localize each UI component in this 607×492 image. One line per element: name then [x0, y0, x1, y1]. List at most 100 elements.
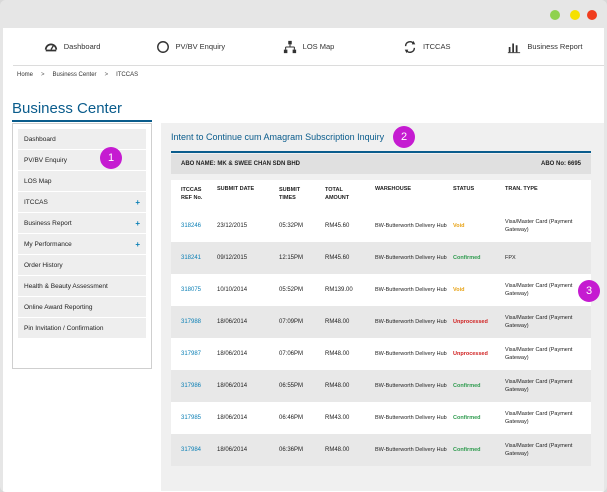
tran-type: Visa/Master Card (Payment Gateway) — [505, 379, 573, 393]
page: Dashboard PV/BV Enquiry LOS Map ITCCAS B… — [3, 28, 604, 492]
header-status: STATUS — [453, 186, 475, 192]
callout-marker: 1 — [100, 147, 122, 169]
ref-link[interactable]: 318241 — [171, 255, 217, 261]
breadcrumb-home[interactable]: Home — [17, 72, 33, 78]
dashboard-icon — [44, 43, 57, 51]
nav-label: ITCCAS — [422, 42, 451, 51]
sidebar-item-health-beauty[interactable]: Health & Beauty Assessment — [18, 276, 146, 296]
submit-date: 18/06/2014 — [217, 447, 248, 453]
warehouse: BW-Butterworth Delivery Hub — [375, 415, 447, 421]
sidebar-item-business-report[interactable]: Business Report + — [18, 213, 146, 233]
submit-time: 06:55PM — [279, 383, 304, 389]
ref-link[interactable]: 317985 — [171, 415, 217, 421]
status-badge: Void — [453, 223, 465, 229]
nav-label: Business Report — [527, 42, 583, 51]
total-amount: RM48.00 — [325, 319, 350, 325]
sidebar-item-label: Order History — [24, 261, 63, 269]
maximize-button[interactable] — [550, 10, 560, 20]
ref-link[interactable]: 317987 — [171, 351, 217, 357]
nav-label: LOS Map — [302, 42, 335, 51]
total-amount: RM43.00 — [325, 415, 350, 421]
nav-item-pvbv-enquiry[interactable]: PV/BV Enquiry — [131, 28, 249, 65]
status-badge: Unprocessed — [453, 319, 488, 325]
submit-time: 07:09PM — [279, 319, 304, 325]
table-row: 317987 18/06/2014 07:06PM RM48.00 BW-Butterw… — [171, 338, 591, 370]
table-row: 317988 18/06/2014 07:09PM RM48.00 BW-Butterw… — [171, 306, 591, 338]
abo-name: ABO NAME: MK & SWEE CHAN SDN BHD — [181, 161, 300, 167]
status-badge: Confirmed — [453, 415, 481, 421]
warehouse: BW-Butterworth Delivery Hub — [375, 287, 447, 293]
sidebar-item-label: Dashboard — [24, 135, 56, 143]
window-titlebar — [0, 0, 607, 28]
breadcrumb-itccas: ITCCAS — [116, 72, 139, 78]
sidebar-item-los-map[interactable]: LOS Map — [18, 171, 146, 191]
warehouse: BW-Butterworth Delivery Hub — [375, 255, 447, 261]
warehouse: BW-Butterworth Delivery Hub — [375, 223, 447, 229]
main-content: Intent to Continue cum Amagram Subscript… — [161, 123, 604, 491]
breadcrumb-separator: > — [104, 72, 109, 78]
sidebar-item-my-performance[interactable]: My Performance + — [18, 234, 146, 254]
total-amount: RM45.60 — [325, 223, 350, 229]
tran-type: Visa/Master Card (Payment Gateway) — [505, 411, 573, 425]
title-underline — [12, 120, 152, 122]
ref-link[interactable]: 317984 — [171, 447, 217, 453]
header-ref: ITCCAS REF No. — [181, 187, 203, 201]
total-amount: RM139.00 — [325, 287, 353, 293]
inquiry-underline — [171, 151, 591, 153]
table-row: 317985 18/06/2014 06:46PM RM43.00 BW-Butterw… — [171, 402, 591, 434]
sidebar-item-dashboard[interactable]: Dashboard — [18, 129, 146, 149]
submit-date: 18/06/2014 — [217, 383, 248, 389]
submit-date: 18/06/2014 — [217, 415, 248, 421]
nav-label: Dashboard — [63, 42, 101, 51]
sidebar-item-online-award[interactable]: Online Award Reporting — [18, 297, 146, 317]
top-navigation: Dashboard PV/BV Enquiry LOS Map ITCCAS B… — [13, 28, 604, 66]
nav-item-business-report[interactable]: Business Report — [486, 28, 604, 65]
close-button[interactable] — [587, 10, 597, 20]
ref-link[interactable]: 317986 — [171, 383, 217, 389]
tran-type: Visa/Master Card (Payment Gateway) — [505, 315, 573, 329]
submit-date: 18/06/2014 — [217, 319, 248, 325]
table-body: 318246 23/12/2015 05:32PM RM45.60 BW-Butterw… — [171, 210, 591, 466]
sidebar-item-label: Pin Invitation / Confirmation — [24, 324, 104, 332]
nav-item-itccas[interactable]: ITCCAS — [368, 28, 486, 65]
total-amount: RM48.00 — [325, 351, 350, 357]
sidebar-item-pin-invitation[interactable]: Pin Invitation / Confirmation — [18, 318, 146, 338]
submit-date: 10/10/2014 — [217, 287, 248, 293]
abo-info-bar: ABO NAME: MK & SWEE CHAN SDN BHD ABO No:… — [171, 154, 591, 174]
ref-link[interactable]: 318075 — [171, 287, 217, 293]
sidebar-item-order-history[interactable]: Order History — [18, 255, 146, 275]
table-row: 318241 09/12/2015 12:15PM RM45.60 BW-Butterw… — [171, 242, 591, 274]
breadcrumb-business-center[interactable]: Business Center — [53, 72, 97, 78]
minimize-button[interactable] — [570, 10, 580, 20]
sidebar-item-label: PV/BV Enquiry — [24, 156, 67, 164]
header-date: SUBMIT DATE — [217, 186, 255, 192]
sidebar-item-itccas[interactable]: ITCCAS + — [18, 192, 146, 212]
tran-type: Visa/Master Card (Payment Gateway) — [505, 347, 573, 361]
submit-time: 05:32PM — [279, 223, 304, 229]
nav-item-dashboard[interactable]: Dashboard — [13, 28, 131, 65]
submit-time: 07:06PM — [279, 351, 304, 357]
ref-link[interactable]: 317988 — [171, 319, 217, 325]
inquiry-title: Intent to Continue cum Amagram Subscript… — [171, 132, 385, 142]
expand-icon[interactable]: + — [135, 198, 140, 207]
sidebar-item-label: Health & Beauty Assessment — [24, 282, 108, 290]
warehouse: BW-Butterworth Delivery Hub — [375, 447, 447, 453]
submit-date: 23/12/2015 — [217, 223, 248, 229]
tran-type: Visa/Master Card (Payment Gateway) — [505, 219, 573, 233]
itccas-table: ITCCAS REF No. SUBMIT DATE SUBMIT TIMES … — [171, 180, 591, 466]
table-row: 318246 23/12/2015 05:32PM RM45.60 BW-Butterw… — [171, 210, 591, 242]
ref-link[interactable]: 318246 — [171, 223, 217, 229]
nav-item-los-map[interactable]: LOS Map — [249, 28, 367, 65]
abo-number: ABO No: 6695 — [540, 161, 581, 167]
warehouse: BW-Butterworth Delivery Hub — [375, 383, 447, 389]
tran-type: FPX — [505, 255, 516, 261]
sidebar-item-label: ITCCAS — [24, 198, 48, 206]
expand-icon[interactable]: + — [135, 219, 140, 228]
expand-icon[interactable]: + — [135, 240, 140, 249]
sidebar: Dashboard PV/BV Enquiry LOS Map ITCCAS + … — [12, 123, 152, 369]
header-time: SUBMIT TIMES — [279, 187, 301, 201]
submit-time: 06:36PM — [279, 447, 304, 453]
sidebar-item-label: LOS Map — [24, 177, 52, 185]
warehouse: BW-Butterworth Delivery Hub — [375, 319, 447, 325]
sidebar-item-pvbv-enquiry[interactable]: PV/BV Enquiry — [18, 150, 146, 170]
